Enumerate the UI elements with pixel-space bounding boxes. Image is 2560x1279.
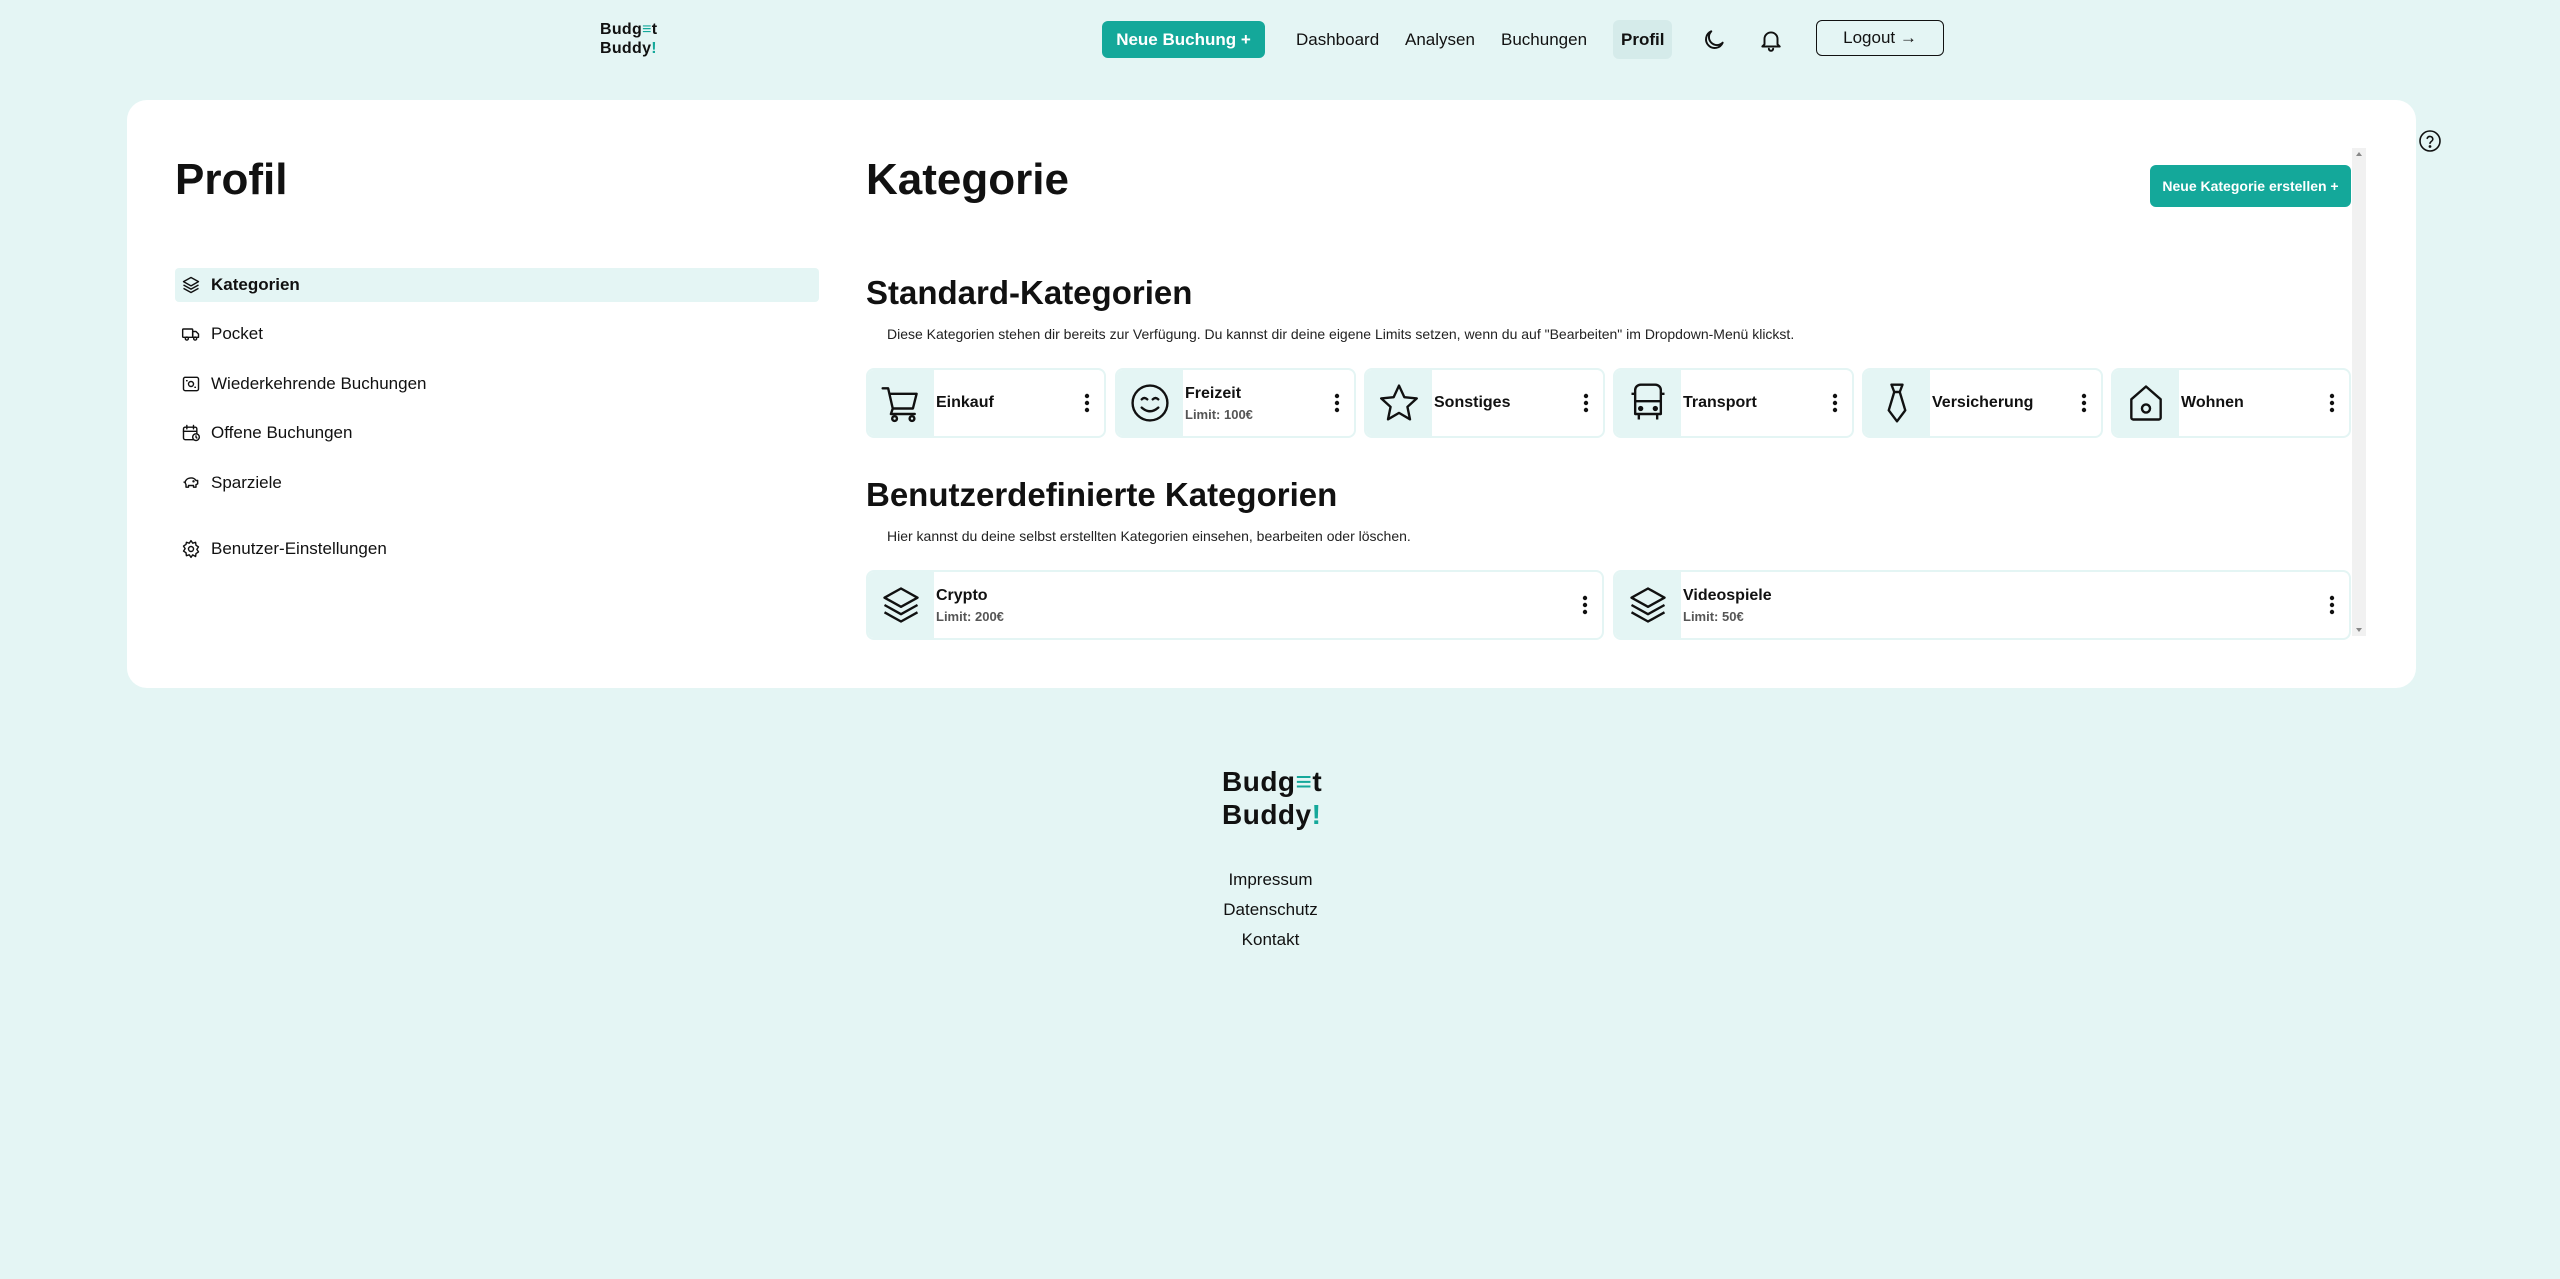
logo[interactable]: Budg≡t Buddy! [600,20,657,58]
kebab-icon [1583,393,1589,413]
category-card-crypto[interactable]: Crypto Limit: 200€ [866,570,1604,640]
sidebar-item-wiederkehrende-buchungen[interactable]: Wiederkehrende Buchungen [175,367,819,401]
cart-icon [881,387,918,423]
custom-categories-title: Benutzerdefinierte Kategorien [866,476,1338,513]
tie-icon [1887,383,1907,423]
logo-accent: ≡ [642,21,652,38]
more-menu-button[interactable] [1320,370,1354,436]
category-card-sonstiges[interactable]: Sonstiges [1364,368,1605,438]
piggy-bank-icon [183,477,199,488]
category-name: Wohnen [2181,394,2244,411]
category-name: Einkauf [936,394,994,411]
star-icon [1380,384,1418,421]
nav-buchungen[interactable]: Buchungen [1501,30,1587,50]
page-title: Profil [175,155,288,204]
kebab-icon [2329,595,2335,615]
scroll-down-arrow-icon[interactable] [2355,626,2363,634]
sidebar-item-label: Kategorien [211,275,300,294]
standard-categories-title: Standard-Kategorien [866,274,1193,311]
nav-dashboard[interactable]: Dashboard [1296,30,1379,50]
gear-icon [182,539,200,559]
logo-accent: ≡ [1295,766,1313,797]
profile-card: Profil Kategorien Pocket Wiederkehrende … [127,100,2416,688]
logo-text: t [1312,766,1323,797]
logo-text: Buddy [1222,799,1312,830]
section-heading-kategorie: Kategorie [866,155,1069,204]
footer-link-kontakt[interactable]: Kontakt [0,930,2541,950]
sidebar-item-kategorien[interactable]: Kategorien [175,268,819,302]
category-name: Videospiele [1683,586,1772,604]
moon-icon[interactable] [1701,27,1727,53]
sidebar-item-label: Offene Buchungen [211,423,353,442]
new-category-button[interactable]: Neue Kategorie erstellen + [2150,165,2351,207]
bus-icon [1631,383,1665,420]
scrollbar[interactable] [2352,148,2366,636]
help-icon[interactable] [2418,129,2442,153]
sidebar-item-sparziele[interactable]: Sparziele [175,466,819,500]
layers-icon [1630,587,1666,623]
kebab-icon [1832,393,1838,413]
logo-text: Budg [600,21,643,38]
category-name: Transport [1683,394,1757,411]
recurring-icon [182,376,200,392]
sidebar-item-pocket[interactable]: Pocket [175,317,819,351]
layers-icon [883,587,919,623]
category-card-freizeit[interactable]: Freizeit Limit: 100€ [1115,368,1356,438]
category-limit: Limit: 200€ [936,608,1004,624]
bell-icon[interactable] [1758,27,1784,53]
category-card-wohnen[interactable]: Wohnen [2111,368,2351,438]
sidebar-item-benutzer-einstellungen[interactable]: Benutzer-Einstellungen [175,532,819,566]
category-name: Versicherung [1932,394,2034,411]
sidebar-item-label: Wiederkehrende Buchungen [211,374,427,393]
nav-analysen[interactable]: Analysen [1405,30,1475,50]
layers-icon [182,276,200,294]
sidebar-item-label: Benutzer-Einstellungen [211,539,387,558]
category-limit: Limit: 100€ [1185,406,1253,422]
sidebar-item-label: Pocket [211,324,263,343]
category-limit: Limit: 50€ [1683,608,1744,624]
logout-button[interactable]: Logout → [1816,20,1944,56]
logo-text: Budg [1222,766,1296,797]
more-menu-button[interactable] [2067,370,2101,436]
nav-profil[interactable]: Profil [1613,20,1673,59]
new-booking-button[interactable]: Neue Buchung + [1102,21,1265,58]
footer-logo[interactable]: Budg≡t Buddy! [1222,765,1322,831]
footer-link-datenschutz[interactable]: Datenschutz [0,900,2541,920]
smile-icon [1131,384,1169,422]
kebab-icon [1084,393,1090,413]
category-card-versicherung[interactable]: Versicherung [1862,368,2103,438]
sidebar-item-label: Sparziele [211,473,282,492]
logo-accent: ! [651,40,657,57]
more-menu-button[interactable] [2315,370,2349,436]
category-card-videospiele[interactable]: Videospiele Limit: 50€ [1613,570,2351,640]
standard-categories-description: Diese Kategorien stehen dir bereits zur … [887,326,1795,342]
footer-link-impressum[interactable]: Impressum [0,870,2541,890]
logo-text: t [651,21,658,38]
home-icon [2130,385,2162,421]
kebab-icon [2329,393,2335,413]
more-menu-button[interactable] [1818,370,1852,436]
kebab-icon [2081,393,2087,413]
more-menu-button[interactable] [2315,572,2349,638]
category-name: Sonstiges [1434,394,1511,411]
kebab-icon [1582,595,1588,615]
category-card-transport[interactable]: Transport [1613,368,1854,438]
logo-text: Buddy [600,40,652,57]
category-name: Freizeit [1185,384,1242,402]
calendar-clock-icon [182,424,201,442]
category-card-einkauf[interactable]: Einkauf [866,368,1106,438]
custom-categories-description: Hier kannst du deine selbst erstellten K… [887,528,1411,544]
category-name: Crypto [936,586,988,604]
truck-icon [181,328,200,341]
more-menu-button[interactable] [1070,370,1104,436]
kebab-icon [1334,393,1340,413]
sidebar-item-offene-buchungen[interactable]: Offene Buchungen [175,416,819,450]
more-menu-button[interactable] [1569,370,1603,436]
scroll-up-arrow-icon[interactable] [2355,150,2363,158]
logo-accent: ! [1311,799,1322,830]
more-menu-button[interactable] [1568,572,1602,638]
